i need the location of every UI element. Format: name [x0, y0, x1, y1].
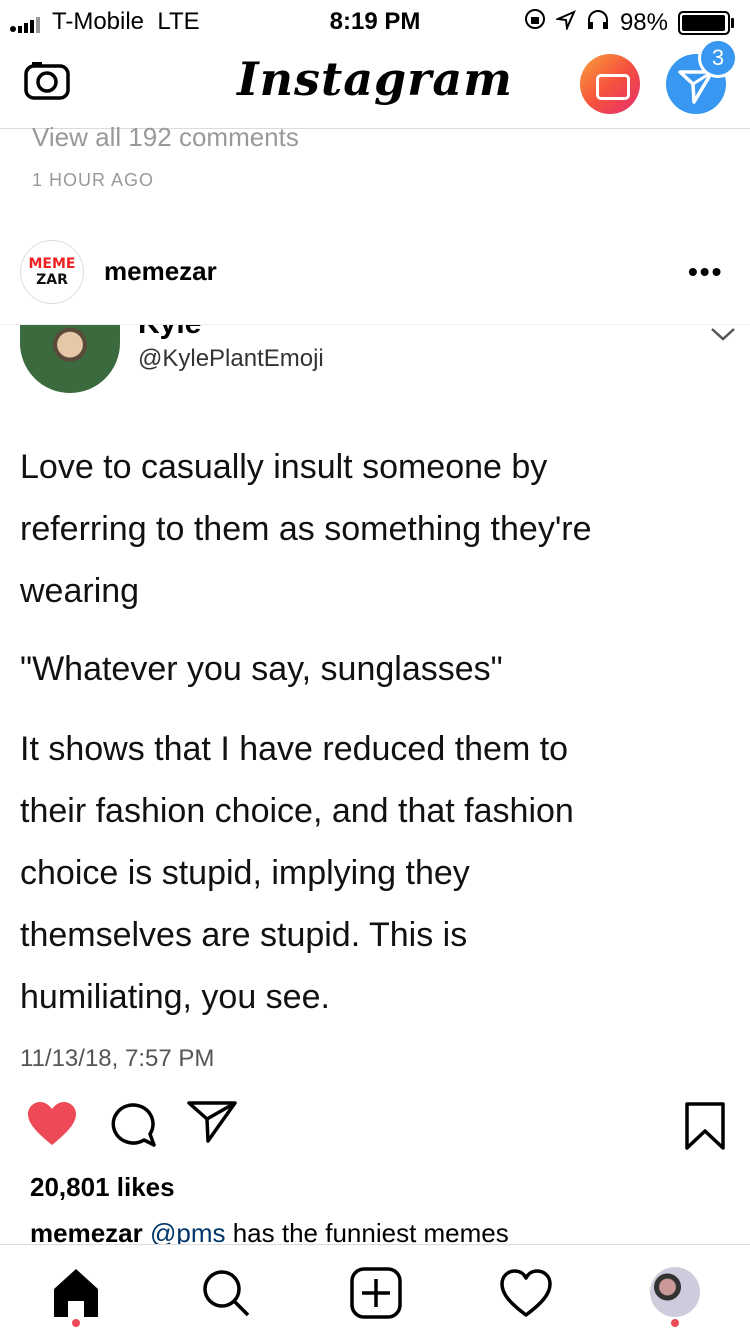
likes-count[interactable]: 20,801 likes	[30, 1172, 175, 1203]
search-icon[interactable]	[196, 1263, 256, 1323]
status-right: 98%	[524, 8, 734, 37]
location-icon	[554, 9, 576, 37]
post-image-tweet[interactable]: Kyle @KylePlantEmoji Love to casually in…	[0, 325, 750, 1085]
home-icon[interactable]	[46, 1263, 106, 1323]
headphones-icon	[586, 9, 610, 37]
tweet-author-handle: @KylePlantEmoji	[138, 345, 324, 372]
tweet-text-line: choice is stupid, implying they	[20, 854, 470, 892]
tweet-text-line: "Whatever you say, sunglasses"	[20, 650, 503, 688]
profile-notification-dot	[671, 1319, 679, 1327]
tweet-date: 11/13/18, 7:57 PM	[20, 1045, 215, 1072]
rotation-lock-icon	[524, 8, 546, 37]
new-post-icon[interactable]	[346, 1263, 406, 1323]
status-bar: T-Mobile LTE 8:19 PM 98%	[0, 0, 750, 42]
tweet-text-line: themselves are stupid. This is	[20, 916, 468, 954]
post-username[interactable]: memezar	[104, 256, 217, 287]
memezar-avatar[interactable]: MEME ZAR	[20, 240, 84, 304]
tweet-text-line: their fashion choice, and that fashion	[20, 792, 574, 830]
top-header: Instagram 3	[0, 38, 750, 129]
share-icon[interactable]	[186, 1099, 238, 1150]
bookmark-icon[interactable]	[684, 1101, 726, 1156]
bottom-nav	[0, 1244, 750, 1335]
igtv-icon[interactable]	[580, 54, 640, 114]
tweet-author-name: Kyle	[138, 325, 201, 341]
post-time-ago: 1 HOUR AGO	[32, 170, 155, 190]
post-header: MEME ZAR memezar •••	[0, 238, 750, 325]
tweet-text-line: Love to casually insult someone by	[20, 448, 548, 486]
like-heart-icon[interactable]	[26, 1101, 78, 1152]
battery-icon	[678, 10, 734, 35]
view-all-comments-link[interactable]: View all 192 comments	[32, 122, 299, 153]
more-options-icon[interactable]: •••	[688, 256, 723, 288]
battery-percent: 98%	[619, 8, 668, 36]
comment-icon[interactable]	[108, 1101, 158, 1154]
tweet-text-line: wearing	[20, 572, 140, 610]
home-active-dot	[72, 1319, 80, 1327]
tweet-text-line: humiliating, you see.	[20, 978, 330, 1016]
profile-avatar[interactable]	[650, 1267, 700, 1317]
activity-heart-icon[interactable]	[496, 1263, 556, 1323]
dm-badge: 3	[698, 38, 738, 78]
tweet-text-line: It shows that I have reduced them to	[20, 730, 569, 768]
chevron-down-icon	[708, 325, 738, 350]
tweet-text-line: referring to them as something they're	[20, 510, 592, 548]
post-actions	[0, 1095, 750, 1155]
tweet-author-avatar	[20, 325, 120, 393]
